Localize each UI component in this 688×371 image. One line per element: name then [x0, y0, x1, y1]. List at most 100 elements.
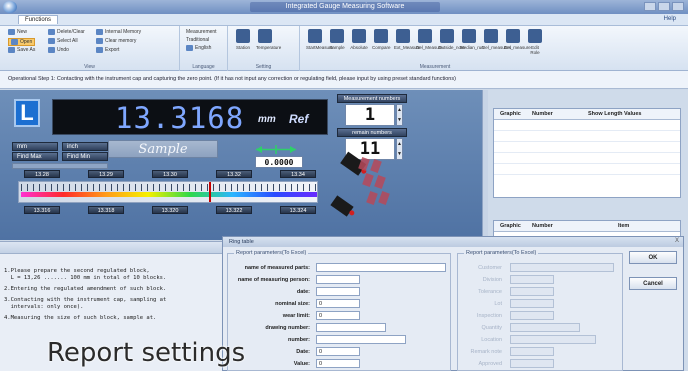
instruction-line: 2.Entering the regulated amendment of su…: [4, 286, 167, 292]
tab-functions[interactable]: Functions: [18, 15, 59, 24]
flag-icon: [186, 45, 193, 51]
del-measure-icon: [418, 29, 432, 43]
minimize-button[interactable]: [644, 2, 656, 11]
ribbon-delete-clear[interactable]: Delete/Clear: [48, 29, 85, 35]
parts-name-input[interactable]: [316, 263, 446, 272]
remain-numbers-label: remain numbers: [337, 128, 407, 137]
help-link[interactable]: Help: [664, 16, 676, 22]
table-row[interactable]: [494, 153, 680, 164]
ribbon-undo[interactable]: Undo: [48, 47, 69, 53]
ruler-ticks: [21, 184, 317, 191]
col-number: Number: [532, 223, 553, 229]
table-row[interactable]: [494, 142, 680, 153]
cancel-button[interactable]: Cancel: [629, 277, 677, 290]
table-header: Graphic Number Show Length Values: [494, 109, 680, 120]
tool-edit-role[interactable]: Edit Role: [526, 29, 544, 59]
measurement-numbers-value[interactable]: 1: [345, 104, 395, 126]
right-parameters-group: Report parameters(To Excel) Customer Div…: [457, 250, 623, 371]
field-row: Lot: [458, 299, 622, 309]
undo-icon: [48, 47, 55, 53]
tool-temperature[interactable]: Temperature: [256, 29, 281, 59]
table-row[interactable]: [494, 164, 680, 175]
scale-bottom-label: 13.316: [24, 206, 60, 214]
ribbon-save-as[interactable]: Save As: [8, 47, 35, 53]
date-input[interactable]: [316, 287, 360, 296]
ribbon-lang-english[interactable]: English: [186, 45, 211, 51]
new-icon: [8, 29, 15, 35]
window-controls: [644, 2, 684, 11]
tool-sample[interactable]: Sample: [328, 29, 346, 59]
date-value-input[interactable]: 0: [316, 347, 360, 356]
person-name-input[interactable]: [316, 275, 360, 284]
mode-letter: L: [14, 99, 40, 127]
ribbon-group-setting: Station Temperature Setting: [228, 26, 300, 71]
ribbon-open[interactable]: Open: [8, 38, 36, 46]
approved-input[interactable]: [510, 359, 554, 368]
tool-del-measures[interactable]: Del_measures: [482, 29, 511, 59]
number-input[interactable]: [316, 335, 406, 344]
ribbon-new[interactable]: New: [8, 29, 27, 35]
ribbon-clear-memory[interactable]: Clear memory: [96, 38, 136, 44]
measurement-spinner[interactable]: ▲ ▼: [396, 104, 403, 126]
tool-station[interactable]: Station: [234, 29, 252, 59]
field-row: Date: 0: [228, 347, 450, 357]
location-input[interactable]: [510, 335, 596, 344]
tool-del-measure-2[interactable]: Del_measure: [504, 29, 531, 59]
edit-role-icon: [528, 29, 542, 43]
dialog-close-button[interactable]: X: [675, 238, 679, 244]
ribbon-export[interactable]: Export: [96, 47, 119, 53]
drawing-number-input[interactable]: [316, 323, 386, 332]
division-input[interactable]: [510, 275, 554, 284]
group-label-measurement: Measurement: [419, 64, 451, 70]
secondary-value: 0.0000: [255, 156, 303, 168]
median-run-icon: [462, 29, 476, 43]
clear-icon: [96, 38, 103, 44]
remark-input[interactable]: [510, 347, 554, 356]
unit-inch-button[interactable]: inch: [62, 142, 108, 151]
export-icon: [96, 47, 103, 53]
compare-icon: [374, 29, 388, 43]
tool-compare[interactable]: Compare: [372, 29, 391, 59]
station-icon: [236, 29, 250, 43]
app-menu-button[interactable]: [3, 1, 17, 13]
wear-limit-input[interactable]: 0: [316, 311, 360, 320]
ribbon-measurement[interactable]: Measurement: [186, 29, 217, 35]
inspection-input[interactable]: [510, 311, 554, 320]
scale-top-label: 13.29: [88, 170, 124, 178]
table-row[interactable]: [494, 120, 680, 131]
scale-bottom-label: 13.318: [88, 206, 124, 214]
field-row: Customer: [458, 263, 622, 273]
tool-del-measure[interactable]: Del_Measure: [416, 29, 443, 59]
scale-bottom-label: 13.320: [152, 206, 188, 214]
sample-icon: [330, 29, 344, 43]
field-row: Value: 0: [228, 359, 450, 369]
scale-top-label: 13.28: [24, 170, 60, 178]
unit-mm-button[interactable]: mm: [12, 142, 58, 151]
tool-outside-note[interactable]: Outside_note: [438, 29, 465, 59]
report-settings-dialog: Ring table X Report parameters(To Excel)…: [222, 236, 684, 371]
find-max-button[interactable]: Find Max: [12, 152, 58, 161]
quantity-input[interactable]: [510, 323, 580, 332]
ribbon-lang-traditional[interactable]: Traditional: [186, 37, 209, 43]
lot-input[interactable]: [510, 299, 554, 308]
ribbon-select-all[interactable]: Select All: [48, 38, 78, 44]
find-min-button[interactable]: Find Min: [62, 152, 108, 161]
memory-icon: [96, 29, 103, 35]
ok-button[interactable]: OK: [629, 251, 677, 264]
tool-median-run[interactable]: Median_run: [460, 29, 484, 59]
tolerance-input[interactable]: [510, 287, 554, 296]
main-unit: mm: [258, 114, 276, 125]
ribbon-internal-memory[interactable]: Internal Memory: [96, 29, 141, 35]
value-input[interactable]: 0: [316, 359, 360, 368]
tool-absolute[interactable]: Absolute: [350, 29, 368, 59]
color-gradient-bar: [21, 192, 317, 197]
maximize-button[interactable]: [658, 2, 670, 11]
customer-input[interactable]: [510, 263, 614, 272]
tool-start-measure[interactable]: StartMeasure: [306, 29, 333, 59]
tool-ext-measure[interactable]: Ext_Measure: [394, 29, 421, 59]
nominal-size-input[interactable]: 0: [316, 299, 360, 308]
close-window-button[interactable]: [672, 2, 684, 11]
caption-text: Report settings: [47, 338, 246, 368]
table-row[interactable]: [494, 131, 680, 142]
dialog-title: Ring table: [223, 237, 683, 247]
